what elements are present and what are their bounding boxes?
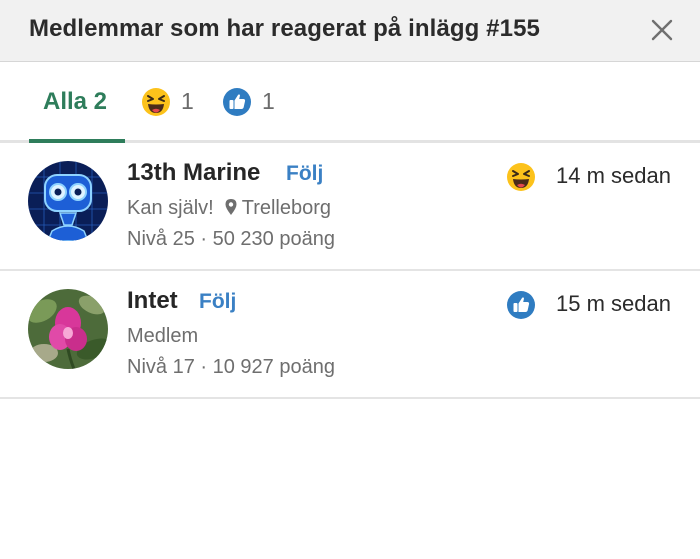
tab-laughing-count: 1: [181, 88, 194, 114]
location-pin-icon: [225, 199, 237, 215]
member-points: 10 927 poäng: [212, 356, 335, 378]
list-item: 13th Marine Följ Kan själv! Trelleborg N…: [0, 143, 700, 271]
thumbs-up-icon: [223, 88, 251, 116]
tab-all-label: Alla 2: [43, 88, 108, 115]
member-subtitle: Kan själv! Trelleborg: [127, 197, 331, 220]
member-subtitle: Medlem: [127, 325, 198, 348]
member-name[interactable]: 13th Marine: [127, 159, 260, 187]
member-tagline: Medlem: [127, 325, 199, 347]
follow-button[interactable]: Följ: [286, 162, 323, 186]
tab-all[interactable]: Alla 2: [29, 62, 125, 143]
member-points: 50 230 poäng: [212, 228, 335, 250]
flower-avatar-image: [28, 289, 108, 369]
avatar[interactable]: [28, 289, 108, 369]
list-item: Intet Följ Medlem Nivå 17 · 10 927 poäng…: [0, 271, 700, 399]
close-icon[interactable]: [650, 18, 674, 42]
thumbs-up-icon: [507, 291, 535, 319]
reaction-time: 14 m sedan: [556, 163, 671, 188]
member-location: Trelleborg: [241, 197, 332, 219]
reaction-tabs: Alla 2 1 1: [0, 62, 700, 143]
tab-like-count: 1: [262, 88, 275, 114]
member-name[interactable]: Intet: [127, 287, 178, 315]
tab-laughing[interactable]: 1: [141, 62, 201, 140]
member-tagline: Kan själv!: [127, 197, 214, 219]
robot-avatar-image: [28, 161, 108, 241]
follow-button[interactable]: Följ: [199, 290, 236, 314]
laughing-emoji-icon: [142, 88, 170, 116]
dialog-header: Medlemmar som har reagerat på inlägg #15…: [0, 0, 700, 62]
member-level: Nivå 17: [127, 356, 195, 378]
member-level-points: Nivå 25 · 50 230 poäng: [127, 228, 335, 251]
laughing-emoji-icon: [507, 163, 535, 191]
member-level-points: Nivå 17 · 10 927 poäng: [127, 356, 335, 379]
separator-dot: ·: [200, 228, 208, 250]
reaction-time: 15 m sedan: [556, 291, 671, 316]
tab-like[interactable]: 1: [222, 62, 282, 140]
dialog-title: Medlemmar som har reagerat på inlägg #15…: [29, 15, 540, 42]
separator-dot: ·: [200, 356, 208, 378]
avatar[interactable]: [28, 161, 108, 241]
member-level: Nivå 25: [127, 228, 195, 250]
